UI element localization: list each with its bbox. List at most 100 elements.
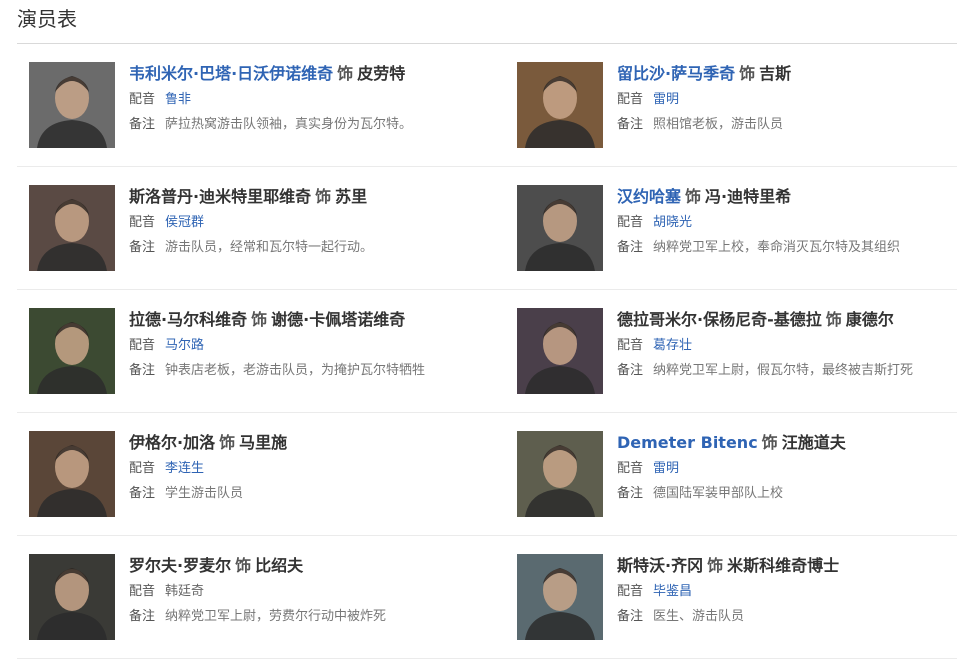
voice-line: 配音 侯冠群 [129,214,505,232]
voice-label: 配音 [617,92,644,107]
cast-title: 拉德·马尔科维奇饰谢德·卡佩塔诺维奇 [129,308,505,332]
note-label: 备注 [617,363,644,378]
note-text: 医生、游击队员 [653,609,745,624]
role-name: 冯·迪特里希 [705,187,792,206]
note-text: 纳粹党卫军上校，奉命消灭瓦尔特及其组织 [653,240,901,255]
note-line: 备注 钟表店老板，老游击队员，为掩护瓦尔特牺牲 [129,362,505,380]
voice-line: 配音 韩廷奇 [129,583,505,601]
voice-line: 配音 李连生 [129,460,505,478]
voice-line: 配音 马尔路 [129,337,505,355]
voice-actor[interactable]: 雷明 [653,461,679,476]
actor-name[interactable]: Demeter Bitenc [617,433,758,452]
actor-name: 斯洛普丹·迪米特里耶维奇 [129,187,312,206]
voice-label: 配音 [617,584,644,599]
role-name: 汪施道夫 [781,433,846,452]
plays-separator: 饰 [685,187,702,206]
voice-line: 配音 鲁非 [129,91,505,109]
cast-info: 罗尔夫·罗麦尔饰比绍夫 配音 韩廷奇 备注 纳粹党卫军上尉，劳费尔行动中被炸死 [129,554,505,626]
actor-name: 罗尔夫·罗麦尔 [129,556,232,575]
cast-info: 伊格尔·加洛饰马里施 配音 李连生 备注 学生游击队员 [129,431,505,503]
note-text: 德国陆军装甲部队上校 [653,486,784,501]
actor-photo[interactable] [29,554,115,640]
cast-title: 罗尔夫·罗麦尔饰比绍夫 [129,554,505,578]
voice-actor[interactable]: 胡晓光 [653,215,692,230]
plays-separator: 饰 [707,556,724,575]
plays-separator: 饰 [315,187,332,206]
cast-grid: 韦利米尔·巴塔·日沃伊诺维奇饰皮劳特 配音 鲁非 备注 萨拉热窝游击队领袖，真实身份为瓦… [17,44,957,659]
note-line: 备注 游击队员，经常和瓦尔特一起行动。 [129,239,505,257]
note-text: 学生游击队员 [165,486,244,501]
role-name: 皮劳特 [357,64,406,83]
cast-info: 德拉哥米尔·保杨尼奇-基德拉饰康德尔配音 葛存壮备注 纳粹党卫军上尉，假瓦尔特，最终… [617,308,957,380]
cast-title: 韦利米尔·巴塔·日沃伊诺维奇饰皮劳特 [129,62,505,86]
cast-card: Demeter Bitenc 饰汪施道夫 配音 雷明 备注 德国陆军装甲部队上校 [505,413,957,535]
actor-photo[interactable] [29,185,115,271]
note-label: 备注 [129,486,156,501]
note-line: 备注 医生、游击队员 [617,608,957,626]
note-label: 备注 [129,240,156,255]
voice-actor[interactable]: 毕鉴昌 [653,584,692,599]
cast-card: 德拉哥米尔·保杨尼奇-基德拉饰康德尔配音 葛存壮备注 纳粹党卫军上尉，假瓦尔特，最终… [505,290,957,412]
voice-actor[interactable]: 雷明 [653,92,679,107]
cast-card: 韦利米尔·巴塔·日沃伊诺维奇饰皮劳特 配音 鲁非 备注 萨拉热窝游击队领袖，真实身份为瓦… [17,44,505,166]
actor-photo[interactable] [517,431,603,517]
note-label: 备注 [617,117,644,132]
cast-title: 伊格尔·加洛饰马里施 [129,431,505,455]
note-label: 备注 [129,609,156,624]
voice-actor[interactable]: 鲁非 [165,92,191,107]
cast-row: 罗尔夫·罗麦尔饰比绍夫 配音 韩廷奇 备注 纳粹党卫军上尉，劳费尔行动中被炸死 斯特沃·齐… [17,536,957,659]
role-name: 谢德·卡佩塔诺维奇 [271,310,406,329]
cast-title: 汉约哈塞饰冯·迪特里希 [617,185,957,209]
cast-title: 斯特沃·齐冈饰米斯科维奇博士 [617,554,957,578]
cast-info: 斯特沃·齐冈饰米斯科维奇博士配音 毕鉴昌备注 医生、游击队员 [617,554,957,626]
actor-name[interactable]: 韦利米尔·巴塔·日沃伊诺维奇 [129,64,333,83]
cast-title: 德拉哥米尔·保杨尼奇-基德拉饰康德尔 [617,308,957,332]
plays-separator: 饰 [251,310,268,329]
cast-card: 伊格尔·加洛饰马里施 配音 李连生 备注 学生游击队员 [17,413,505,535]
voice-actor[interactable]: 李连生 [165,461,204,476]
cast-title: 斯洛普丹·迪米特里耶维奇饰苏里 [129,185,505,209]
note-line: 备注 纳粹党卫军上校，奉命消灭瓦尔特及其组织 [617,239,957,257]
voice-label: 配音 [617,215,644,230]
cast-row: 拉德·马尔科维奇饰谢德·卡佩塔诺维奇配音 马尔路备注 钟表店老板，老游击队员，为掩护… [17,290,957,413]
actor-name: 伊格尔·加洛 [129,433,216,452]
voice-line: 配音 雷明 [617,91,957,109]
actor-name[interactable]: 汉约哈塞 [617,187,681,206]
cast-row: 斯洛普丹·迪米特里耶维奇饰苏里 配音 侯冠群 备注 游击队员，经常和瓦尔特一起行动。 汉约… [17,167,957,290]
voice-actor: 韩廷奇 [165,584,205,599]
voice-line: 配音 葛存壮 [617,337,957,355]
plays-separator: 饰 [739,64,756,83]
note-text: 照相馆老板，游击队员 [653,117,784,132]
actor-photo[interactable] [517,554,603,640]
voice-actor[interactable]: 马尔路 [165,338,204,353]
note-line: 备注 纳粹党卫军上尉，劳费尔行动中被炸死 [129,608,505,626]
actor-name: 拉德·马尔科维奇 [129,310,248,329]
note-line: 备注 照相馆老板，游击队员 [617,116,957,134]
voice-actor[interactable]: 侯冠群 [165,215,204,230]
actor-photo[interactable] [517,308,603,394]
actor-photo[interactable] [517,62,603,148]
cast-card: 罗尔夫·罗麦尔饰比绍夫 配音 韩廷奇 备注 纳粹党卫军上尉，劳费尔行动中被炸死 [17,536,505,658]
voice-label: 配音 [129,584,156,599]
plays-separator: 饰 [337,64,354,83]
actor-name[interactable]: 留比沙·萨马季奇 [617,64,735,83]
voice-label: 配音 [617,461,644,476]
actor-photo[interactable] [29,308,115,394]
voice-actor[interactable]: 葛存壮 [653,338,692,353]
note-line: 备注 学生游击队员 [129,485,505,503]
cast-card: 汉约哈塞饰冯·迪特里希配音 胡晓光备注 纳粹党卫军上校，奉命消灭瓦尔特及其组织 [505,167,957,289]
cast-card: 斯特沃·齐冈饰米斯科维奇博士配音 毕鉴昌备注 医生、游击队员 [505,536,957,658]
plays-separator: 饰 [235,556,252,575]
actor-photo[interactable] [517,185,603,271]
actor-photo[interactable] [29,62,115,148]
note-label: 备注 [129,363,156,378]
actor-name: 德拉哥米尔·保杨尼奇-基德拉 [617,310,822,329]
note-text: 纳粹党卫军上尉，劳费尔行动中被炸死 [165,609,387,624]
note-line: 备注 纳粹党卫军上尉，假瓦尔特，最终被吉斯打死 [617,362,957,380]
role-name: 比绍夫 [255,556,304,575]
role-name: 苏里 [335,187,368,206]
note-text: 纳粹党卫军上尉，假瓦尔特，最终被吉斯打死 [653,363,914,378]
voice-label: 配音 [129,461,156,476]
actor-photo[interactable] [29,431,115,517]
cast-row: 伊格尔·加洛饰马里施 配音 李连生 备注 学生游击队员 Demeter Bitenc 饰汪施… [17,413,957,536]
